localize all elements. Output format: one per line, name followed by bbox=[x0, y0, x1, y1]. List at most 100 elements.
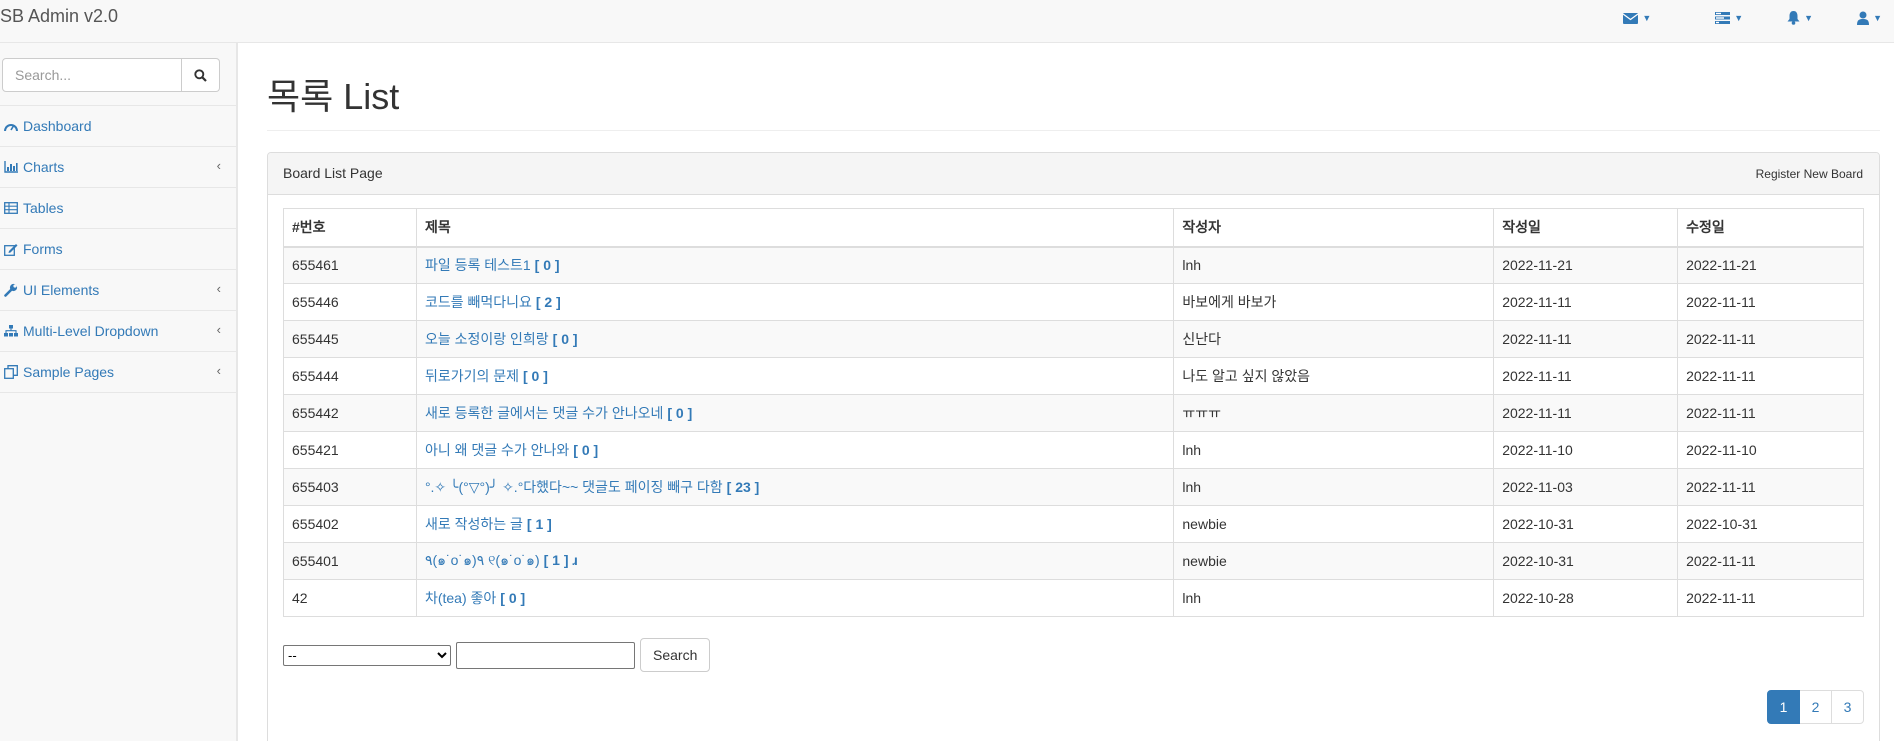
reply-count: [ 0 ] bbox=[523, 368, 548, 384]
cell-no: 655402 bbox=[283, 505, 417, 543]
cell-writer: lnh bbox=[1173, 246, 1495, 284]
cell-updatedate: 2022-11-11 bbox=[1677, 394, 1864, 432]
cell-title: 새로 등록한 글에서는 댓글 수가 안나오네[ 0 ] bbox=[415, 394, 1175, 432]
reply-count: [ 1 ] bbox=[526, 516, 552, 532]
column-header-updatedate: 수정일 bbox=[1677, 208, 1864, 248]
cell-no: 655403 bbox=[283, 468, 417, 506]
sidebar-item-ui-elements[interactable]: UI Elements ‹ bbox=[0, 270, 236, 311]
cell-title: 파일 등록 테스트1[ 0 ] bbox=[415, 246, 1175, 284]
sidebar: Dashboard Charts ‹ Tables Forms UI Eleme… bbox=[0, 43, 237, 741]
table-row: 655442 새로 등록한 글에서는 댓글 수가 안나오네[ 0 ] ㅠㅠㅠ 2… bbox=[283, 394, 1864, 432]
panel-title: Board List Page bbox=[283, 165, 383, 181]
reply-count: [ 2 ] bbox=[535, 294, 561, 310]
board-table: #번호 제목 작성자 작성일 수정일 655461 파일 등록 테스트1[ 0 … bbox=[283, 208, 1864, 617]
cell-title: 차(tea) 좋아[ 0 ] bbox=[415, 579, 1175, 617]
post-title-link[interactable]: 아니 왜 댓글 수가 안나와 bbox=[425, 442, 569, 458]
cell-regdate: 2022-10-31 bbox=[1493, 505, 1679, 543]
sitemap-icon bbox=[3, 323, 19, 339]
wrench-icon bbox=[3, 282, 19, 298]
cell-title: °.✧ ╰(°▽°)╯ ✧.°다했다~~ 댓글도 페이징 빼구 다함[ 23 ] bbox=[415, 468, 1175, 506]
brand-link[interactable]: SB Admin v2.0 bbox=[0, 6, 118, 27]
bar-chart-icon bbox=[3, 159, 19, 175]
post-title-link[interactable]: 차(tea) 좋아 bbox=[425, 590, 496, 606]
search-icon bbox=[194, 68, 207, 82]
cell-updatedate: 2022-11-11 bbox=[1677, 320, 1864, 358]
tasks-icon bbox=[1715, 12, 1731, 24]
search-submit-button[interactable]: Search bbox=[640, 638, 711, 672]
column-header-title: 제목 bbox=[415, 208, 1175, 248]
table-row: 655446 코드를 빼먹다니요[ 2 ] 바보에게 바보가 2022-11-1… bbox=[283, 283, 1864, 321]
post-title-link[interactable]: 파일 등록 테스트1 bbox=[425, 257, 531, 273]
post-title-link[interactable]: 새로 작성하는 글 bbox=[425, 516, 523, 532]
cell-updatedate: 2022-11-10 bbox=[1677, 431, 1864, 469]
page-link-2[interactable]: 2 bbox=[1799, 690, 1832, 724]
register-new-board-button[interactable]: Register New Board bbox=[1749, 162, 1869, 186]
cell-writer: lnh bbox=[1173, 431, 1495, 469]
sidebar-item-label: Forms bbox=[23, 241, 63, 257]
page-wrapper: 목록 List Board List Page Register New Boa… bbox=[237, 43, 1894, 741]
sidebar-search-button[interactable] bbox=[182, 58, 220, 92]
cell-updatedate: 2022-11-11 bbox=[1677, 357, 1864, 395]
tasks-dropdown[interactable]: ▼ bbox=[1703, 0, 1755, 36]
page-link-3[interactable]: 3 bbox=[1831, 690, 1864, 724]
column-header-regdate: 작성일 bbox=[1493, 208, 1679, 248]
user-icon bbox=[1857, 11, 1870, 25]
search-keyword-input[interactable] bbox=[456, 641, 635, 669]
cell-regdate: 2022-11-11 bbox=[1493, 394, 1679, 432]
reply-count: [ 0 ] bbox=[534, 257, 560, 274]
post-title-link[interactable]: °.✧ ╰(°▽°)╯ ✧.°다했다~~ 댓글도 페이징 빼구 다함 bbox=[425, 479, 723, 495]
reply-count: [ 1 ] ɹ bbox=[543, 552, 578, 568]
cell-title: 뒤로가기의 문제[ 0 ] bbox=[415, 357, 1175, 395]
cell-writer: newbie bbox=[1173, 542, 1495, 580]
sidebar-item-charts[interactable]: Charts ‹ bbox=[0, 147, 236, 188]
post-title-link[interactable]: 뒤로가기의 문제 bbox=[425, 368, 519, 384]
cell-no: 42 bbox=[283, 579, 417, 617]
post-title-link[interactable]: 코드를 빼먹다니요 bbox=[425, 294, 532, 310]
cell-regdate: 2022-11-21 bbox=[1493, 246, 1679, 284]
user-dropdown[interactable]: ▼ bbox=[1845, 0, 1894, 36]
table-header-row: #번호 제목 작성자 작성일 수정일 bbox=[283, 208, 1864, 248]
board-panel: Board List Page Register New Board #번호 제… bbox=[267, 152, 1880, 741]
sidebar-item-sample-pages[interactable]: Sample Pages ‹ bbox=[0, 352, 236, 393]
envelope-icon bbox=[1623, 12, 1639, 24]
cell-no: 655442 bbox=[283, 394, 417, 432]
cell-regdate: 2022-10-31 bbox=[1493, 542, 1679, 580]
sidebar-item-label: UI Elements bbox=[23, 282, 100, 298]
cell-regdate: 2022-10-28 bbox=[1493, 579, 1679, 617]
cell-regdate: 2022-11-11 bbox=[1493, 320, 1679, 358]
edit-icon bbox=[3, 241, 19, 257]
post-title-link[interactable]: 오늘 소정이랑 인희랑 bbox=[425, 331, 549, 347]
top-navbar: SB Admin v2.0 ▼ ▼ ▼ ▼ bbox=[0, 0, 1894, 43]
table-row: 42 차(tea) 좋아[ 0 ] lnh 2022-10-28 2022-11… bbox=[283, 579, 1864, 617]
sidebar-item-dashboard[interactable]: Dashboard bbox=[0, 106, 236, 147]
cell-writer: ㅠㅠㅠ bbox=[1173, 394, 1495, 432]
post-title-link[interactable]: ٩(๑˙o˙๑)٩ ୧(๑˙o˙๑) bbox=[425, 552, 540, 568]
page-link-1[interactable]: 1 bbox=[1767, 690, 1800, 724]
cell-regdate: 2022-11-10 bbox=[1493, 431, 1679, 469]
post-title-link[interactable]: 새로 등록한 글에서는 댓글 수가 안나오네 bbox=[425, 405, 663, 421]
chevron-left-icon: ‹ bbox=[216, 281, 221, 296]
alerts-dropdown[interactable]: ▼ bbox=[1775, 0, 1825, 36]
chevron-left-icon: ‹ bbox=[216, 158, 221, 173]
table-icon bbox=[3, 200, 19, 216]
cell-updatedate: 2022-11-11 bbox=[1677, 542, 1864, 580]
caret-down-icon: ▼ bbox=[1734, 13, 1744, 23]
sidebar-search-input[interactable] bbox=[2, 58, 182, 92]
cell-regdate: 2022-11-11 bbox=[1493, 357, 1679, 395]
table-row: 655402 새로 작성하는 글[ 1 ] newbie 2022-10-31 … bbox=[283, 505, 1864, 543]
cell-writer: lnh bbox=[1173, 468, 1495, 506]
sidebar-item-tables[interactable]: Tables bbox=[0, 188, 236, 229]
table-row: 655444 뒤로가기의 문제[ 0 ] 나도 알고 싶지 않았음 2022-1… bbox=[283, 357, 1864, 395]
cell-writer: lnh bbox=[1173, 579, 1495, 617]
caret-down-icon: ▼ bbox=[1873, 13, 1882, 23]
cell-title: 코드를 빼먹다니요[ 2 ] bbox=[415, 283, 1175, 321]
search-type-select[interactable]: -- bbox=[283, 644, 451, 666]
column-header-writer: 작성자 bbox=[1173, 208, 1495, 248]
search-form: -- Search bbox=[283, 638, 711, 672]
sidebar-item-multi-level-dropdown[interactable]: Multi-Level Dropdown ‹ bbox=[0, 311, 236, 352]
reply-count: [ 0 ] bbox=[667, 405, 693, 421]
page-title: 목록 List bbox=[267, 76, 400, 117]
messages-dropdown[interactable]: ▼ bbox=[1611, 0, 1663, 36]
sidebar-item-forms[interactable]: Forms bbox=[0, 229, 236, 270]
cell-title: 새로 작성하는 글[ 1 ] bbox=[415, 505, 1175, 543]
